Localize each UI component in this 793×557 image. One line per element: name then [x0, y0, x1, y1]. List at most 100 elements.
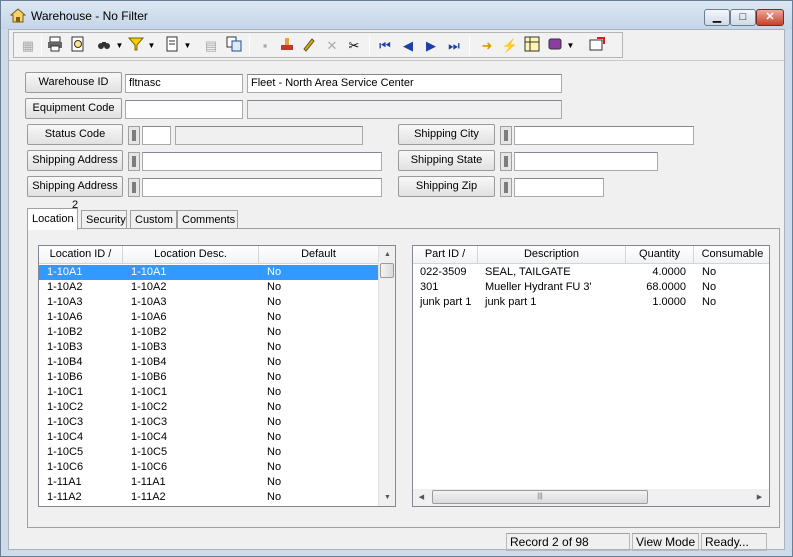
- table-row[interactable]: 1-10A3 1-10A3 No: [39, 295, 378, 310]
- shipping-zip-field[interactable]: [514, 178, 604, 197]
- scroll-thumb[interactable]: [380, 263, 394, 278]
- equipment-code-button[interactable]: Equipment Code: [25, 98, 122, 119]
- cut-icon[interactable]: ✂: [344, 36, 364, 55]
- column-header-consumable[interactable]: Consumable: [694, 246, 769, 264]
- title-bar[interactable]: Warehouse - No Filter ▁ □ ✕: [1, 1, 792, 29]
- find-icon[interactable]: [94, 36, 114, 55]
- default-cell: No: [267, 311, 282, 323]
- warehouse-desc-field[interactable]: Fleet - North Area Service Center: [247, 74, 562, 93]
- table-row[interactable]: 022-3509 SEAL, TAILGATE 4.0000 No: [413, 265, 769, 280]
- tab-location[interactable]: Location: [27, 208, 78, 230]
- print-preview-icon[interactable]: [68, 36, 88, 55]
- default-cell: No: [267, 341, 282, 353]
- shipping-address-button[interactable]: Shipping Address: [27, 150, 123, 171]
- status-code-field[interactable]: [142, 126, 171, 145]
- first-record-icon[interactable]: ⏮: [375, 36, 395, 55]
- shipping-state-grip[interactable]: [500, 152, 512, 171]
- equipment-code-field[interactable]: [125, 100, 243, 119]
- status-code-grip[interactable]: [128, 126, 140, 145]
- find-dropdown-icon[interactable]: ▼: [115, 36, 124, 55]
- status-code-button[interactable]: Status Code: [27, 124, 123, 145]
- table-row[interactable]: 1-10C1 1-10C1 No: [39, 385, 378, 400]
- close-button[interactable]: ✕: [756, 9, 784, 26]
- warehouse-id-field[interactable]: fltnasc: [125, 74, 243, 93]
- column-header-quantity[interactable]: Quantity: [626, 246, 694, 264]
- report-icon[interactable]: [545, 36, 565, 55]
- save-icon[interactable]: ▪: [255, 36, 275, 55]
- lightning-icon[interactable]: ⚡: [500, 36, 520, 55]
- delete-icon[interactable]: ✕: [322, 36, 342, 55]
- tab-comments[interactable]: Comments: [177, 210, 238, 229]
- new-record-icon[interactable]: ▦: [18, 36, 38, 55]
- table-row[interactable]: 1-11A1 1-11A1 No: [39, 475, 378, 490]
- locations-grid[interactable]: Location ID / Location Desc. Default 1-1…: [38, 245, 396, 507]
- scroll-left-arrow-icon[interactable]: ◀: [413, 489, 430, 506]
- jump-icon[interactable]: ➜: [477, 36, 497, 55]
- print-icon[interactable]: [45, 36, 65, 55]
- location-id-cell: 1-10B2: [47, 326, 83, 338]
- location-id-cell: 1-10B4: [47, 356, 83, 368]
- table-row[interactable]: 1-10B3 1-10B3 No: [39, 340, 378, 355]
- maximize-button[interactable]: □: [730, 9, 756, 26]
- grid-icon[interactable]: [522, 36, 542, 55]
- shipping-address-grip[interactable]: [128, 152, 140, 171]
- previous-record-icon[interactable]: ◀: [398, 36, 418, 55]
- shipping-city-grip[interactable]: [500, 126, 512, 145]
- stamp-icon[interactable]: [277, 36, 297, 55]
- toolbar: ▦ ▼ ▼ ▼ ▤ ▪ ✕ ✂ ⏮ ◀ ▶ ⏭ ➜ ⚡ ▼: [13, 32, 623, 58]
- shipping-zip-grip[interactable]: [500, 178, 512, 197]
- shipping-address2-field[interactable]: [142, 178, 382, 197]
- table-row[interactable]: 1-10A1 1-10A1 No: [39, 265, 378, 280]
- next-record-icon[interactable]: ▶: [421, 36, 441, 55]
- shipping-city-button[interactable]: Shipping City: [398, 124, 495, 145]
- column-header-default[interactable]: Default: [259, 246, 379, 264]
- column-header-part-id[interactable]: Part ID /: [413, 246, 478, 264]
- column-header-location-desc[interactable]: Location Desc.: [123, 246, 259, 264]
- shipping-state-field[interactable]: [514, 152, 658, 171]
- report-dropdown-icon[interactable]: ▼: [566, 36, 575, 55]
- table-row[interactable]: 1-10B6 1-10B6 No: [39, 370, 378, 385]
- column-header-location-id[interactable]: Location ID /: [39, 246, 123, 264]
- shipping-city-field[interactable]: [514, 126, 694, 145]
- shipping-address2-grip[interactable]: [128, 178, 140, 197]
- scroll-right-arrow-icon[interactable]: ▶: [751, 489, 768, 506]
- new-document-icon[interactable]: [162, 36, 182, 55]
- horizontal-scroll-thumb[interactable]: |||: [432, 490, 648, 504]
- exit-icon[interactable]: [587, 36, 607, 55]
- properties-icon[interactable]: ▤: [201, 36, 221, 55]
- parts-horizontal-scrollbar[interactable]: ◀ ||| ▶: [413, 489, 769, 506]
- scroll-up-arrow-icon[interactable]: ▲: [379, 246, 395, 263]
- table-row[interactable]: 1-10A6 1-10A6 No: [39, 310, 378, 325]
- table-row[interactable]: 1-10B2 1-10B2 No: [39, 325, 378, 340]
- filter-icon[interactable]: [126, 36, 146, 55]
- tab-custom[interactable]: Custom: [130, 210, 177, 229]
- tab-security[interactable]: Security: [81, 210, 127, 229]
- shipping-zip-button[interactable]: Shipping Zip: [398, 176, 495, 197]
- last-record-icon[interactable]: ⏭: [444, 36, 464, 55]
- default-cell: No: [267, 371, 282, 383]
- filter-dropdown-icon[interactable]: ▼: [147, 36, 156, 55]
- table-row[interactable]: 1-10C5 1-10C5 No: [39, 445, 378, 460]
- parts-grid[interactable]: Part ID / Description Quantity Consumabl…: [412, 245, 770, 507]
- table-row[interactable]: 1-10C6 1-10C6 No: [39, 460, 378, 475]
- column-header-description[interactable]: Description: [478, 246, 626, 264]
- warehouse-id-button[interactable]: Warehouse ID: [25, 72, 122, 93]
- table-row[interactable]: 1-10A2 1-10A2 No: [39, 280, 378, 295]
- locations-vertical-scrollbar[interactable]: ▲ ▼: [378, 246, 395, 506]
- table-row[interactable]: 301 Mueller Hydrant FU 3' 68.0000 No: [413, 280, 769, 295]
- document-dropdown-icon[interactable]: ▼: [183, 36, 192, 55]
- table-row[interactable]: junk part 1 junk part 1 1.0000 No: [413, 295, 769, 310]
- table-row[interactable]: 1-10C4 1-10C4 No: [39, 430, 378, 445]
- shipping-address2-button[interactable]: Shipping Address 2: [27, 176, 123, 211]
- minimize-button[interactable]: ▁: [704, 9, 730, 26]
- copy-icon[interactable]: [224, 36, 244, 55]
- table-row[interactable]: 1-10B4 1-10B4 No: [39, 355, 378, 370]
- shipping-state-button[interactable]: Shipping State: [398, 150, 495, 171]
- default-cell: No: [267, 266, 282, 278]
- edit-icon[interactable]: [299, 36, 319, 55]
- table-row[interactable]: 1-10C3 1-10C3 No: [39, 415, 378, 430]
- scroll-down-arrow-icon[interactable]: ▼: [379, 489, 395, 506]
- table-row[interactable]: 1-10C2 1-10C2 No: [39, 400, 378, 415]
- shipping-address-field[interactable]: [142, 152, 382, 171]
- table-row[interactable]: 1-11A2 1-11A2 No: [39, 490, 378, 505]
